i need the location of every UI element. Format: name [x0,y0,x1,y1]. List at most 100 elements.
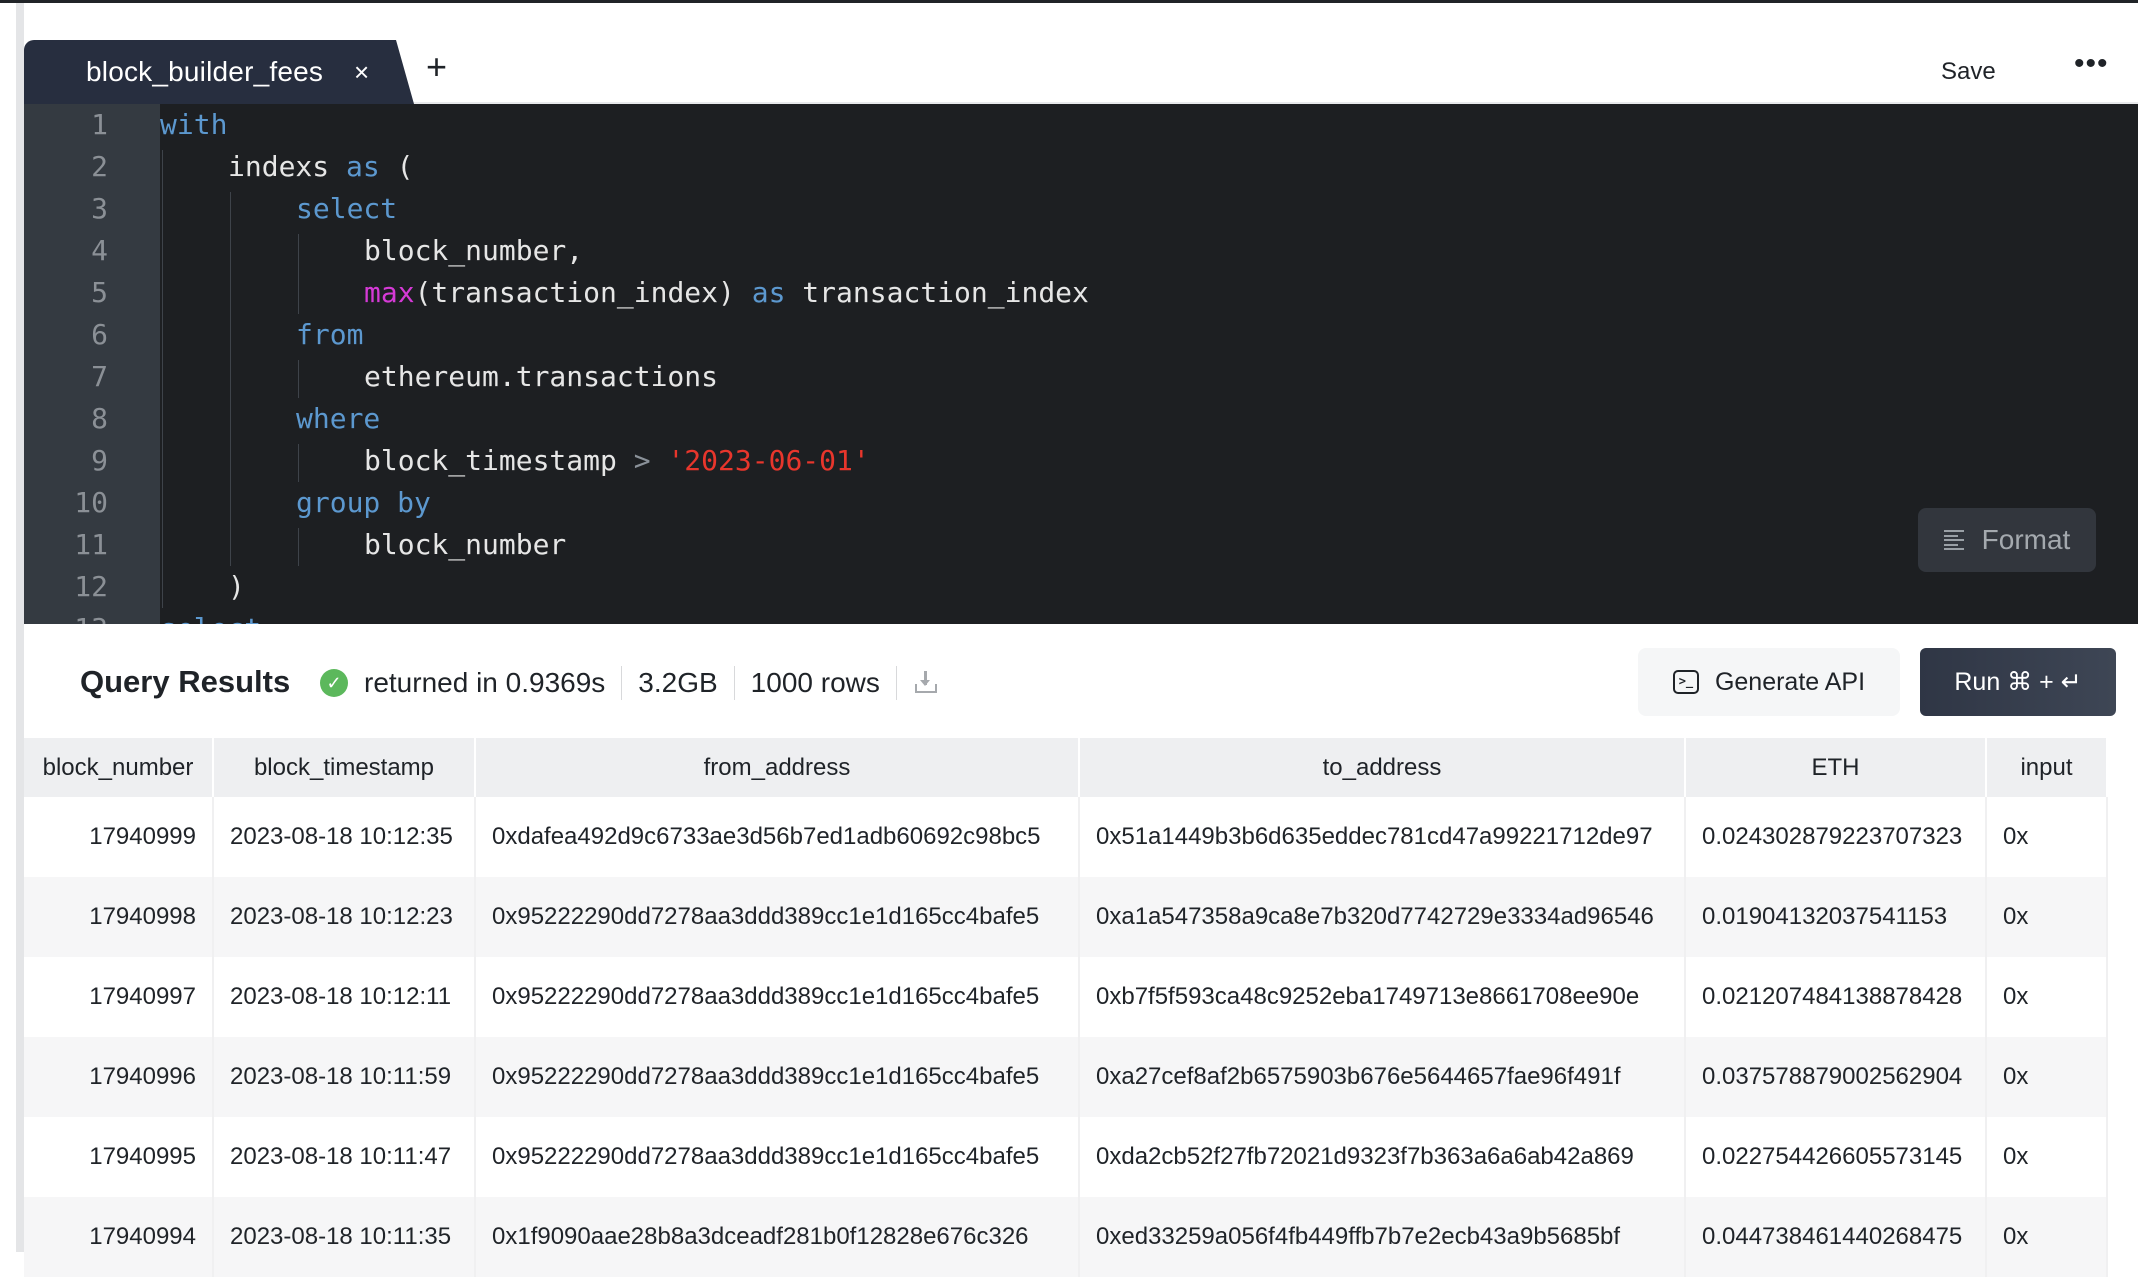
sql-token: block_number [364,528,567,561]
column-header-to-address[interactable]: to_address [1080,738,1686,797]
results-title: Query Results [80,664,291,699]
code-line[interactable]: 12) [24,566,2138,608]
code-text: indexs as ( [228,146,413,188]
code-line[interactable]: 7 ethereum.transactions [24,356,2138,398]
code-text: block_number [364,524,566,566]
table-row[interactable]: 17940996 2023-08-18 10:11:59 0x95222290dd7… [24,1037,2108,1117]
line-number: 7 [91,360,108,393]
indent-guide [298,360,299,398]
cell-input: 0x [1987,1117,2108,1197]
close-icon[interactable]: × [354,58,369,86]
cell-eth: 0.044738461440268475 [1686,1197,1987,1277]
left-sidebar-edge [16,3,24,1252]
indent-guide [298,444,299,482]
success-check-icon: ✓ [320,669,348,697]
cell-block-number: 17940994 [24,1197,214,1277]
code-text: ethereum.transactions [364,356,718,398]
tab-title: block_builder_fees [86,56,324,87]
results-table: block_number block_timestamp from_addres… [24,738,2108,1277]
code-line[interactable]: 6 from [24,314,2138,356]
code-line[interactable]: 8 where [24,398,2138,440]
code-line[interactable]: 3 select [24,188,2138,230]
run-button[interactable]: Run ⌘ + ↵ [1920,648,2116,716]
row-count: 1000 rows [750,667,880,698]
sql-token: block_number, [364,234,584,267]
indent-guide [230,192,231,566]
cell-from-address: 0x95222290dd7278aa3ddd389cc1e1d165cc4baf… [476,877,1080,957]
column-header-input[interactable]: input [1987,738,2108,797]
column-header-from-address[interactable]: from_address [476,738,1080,797]
table-row[interactable]: 17940999 2023-08-18 10:12:35 0xdafea492d9c… [24,797,2108,877]
more-options-icon[interactable]: ••• [2074,47,2109,81]
code-line[interactable]: 5 max(transaction_index) as transaction_i… [24,272,2138,314]
table-header: block_number block_timestamp from_addres… [24,738,2108,797]
cell-block-number: 17940999 [24,797,214,877]
code-text: select [296,188,397,230]
line-number: 1 [91,108,108,141]
code-text: with [160,104,227,146]
code-line[interactable]: 13 select [24,608,2138,624]
code-line[interactable]: 4 block_number, [24,230,2138,272]
cell-input: 0x [1987,1037,2108,1117]
line-number: 3 [91,192,108,225]
code-text: block_timestamp > '2023-06-01' [364,440,870,482]
cell-to-address: 0xed33259a056f4fb449ffb7b7e2ecb43a9b5685… [1080,1197,1686,1277]
table-body: 17940999 2023-08-18 10:12:35 0xdafea492d9c… [24,797,2108,1277]
table-row[interactable]: 17940995 2023-08-18 10:11:47 0x95222290dd7… [24,1117,2108,1197]
line-number: 2 [91,150,108,183]
code-text: select [160,608,261,624]
code-text: max(transaction_index) as transaction_in… [364,272,1089,314]
code-line[interactable]: 2 indexs as ( [24,146,2138,188]
code-text: block_number, [364,230,583,272]
cell-from-address: 0x95222290dd7278aa3ddd389cc1e1d165cc4baf… [476,957,1080,1037]
table-row[interactable]: 17940994 2023-08-18 10:11:35 0x1f9090aae28… [24,1197,2108,1277]
sql-token: (transaction_index) [414,276,752,309]
format-button[interactable]: Format [1918,508,2096,572]
generate-api-button[interactable]: >_ Generate API [1638,648,1900,716]
sql-token: indexs [228,150,347,183]
sql-token: > [633,444,651,477]
cell-input: 0x [1987,797,2108,877]
sql-keyword: where [296,402,381,435]
sql-token: ( [379,150,414,183]
sql-keyword: select [160,612,261,624]
add-tab-button[interactable]: + [426,47,447,87]
format-label: Format [1981,524,2071,555]
code-line[interactable]: 11 block_number [24,524,2138,566]
cell-block-timestamp: 2023-08-18 10:11:59 [214,1037,476,1117]
cell-eth: 0.01904132037541153 [1686,877,1987,957]
save-button[interactable]: Save [1941,58,1996,86]
code-line[interactable]: 9 block_timestamp > '2023-06-01' [24,440,2138,482]
cell-input: 0x [1987,1197,2108,1277]
divider [621,666,623,700]
cell-from-address: 0x95222290dd7278aa3ddd389cc1e1d165cc4baf… [476,1037,1080,1117]
download-icon[interactable] [913,671,939,695]
sql-editor[interactable]: 1 with 2 indexs as (3 select 4 block_number, 5 m… [24,104,2138,624]
column-header-block-number[interactable]: block_number [24,738,214,797]
cell-to-address: 0xa27cef8af2b6575903b676e5644657fae96f49… [1080,1037,1686,1117]
tab-block-builder-fees[interactable]: block_builder_fees × [24,40,414,104]
cell-eth: 0.024302879223707323 [1686,797,1987,877]
sql-keyword: as [751,276,786,309]
line-number: 11 [74,528,108,561]
sql-keyword: with [160,108,228,141]
tab-bar: block_builder_fees × + Save ••• [24,3,2138,104]
column-header-block-timestamp[interactable]: block_timestamp [214,738,476,797]
table-row[interactable]: 17940997 2023-08-18 10:12:11 0x95222290dd7… [24,957,2108,1037]
code-line[interactable]: 10 group by [24,482,2138,524]
sql-token: transaction_index [785,276,1089,309]
cell-from-address: 0xdafea492d9c6733ae3d56b7ed1adb60692c98b… [476,797,1080,877]
table-row[interactable]: 17940998 2023-08-18 10:12:23 0x95222290dd7… [24,877,2108,957]
code-text: ) [228,566,245,608]
terminal-icon: >_ [1672,670,1699,694]
line-number: 6 [91,318,108,351]
cell-to-address: 0x51a1449b3b6d635eddec781cd47a99221712de… [1080,797,1686,877]
column-header-eth[interactable]: ETH [1686,738,1987,797]
cell-block-timestamp: 2023-08-18 10:11:47 [214,1117,476,1197]
line-number: 10 [74,486,108,519]
sql-token: ) [228,570,245,603]
code-line[interactable]: 1 with [24,104,2138,146]
sql-keyword: from [296,318,364,351]
sql-string: '2023-06-01' [667,444,870,477]
cell-to-address: 0xda2cb52f27fb72021d9323f7b363a6a6ab42a8… [1080,1117,1686,1197]
